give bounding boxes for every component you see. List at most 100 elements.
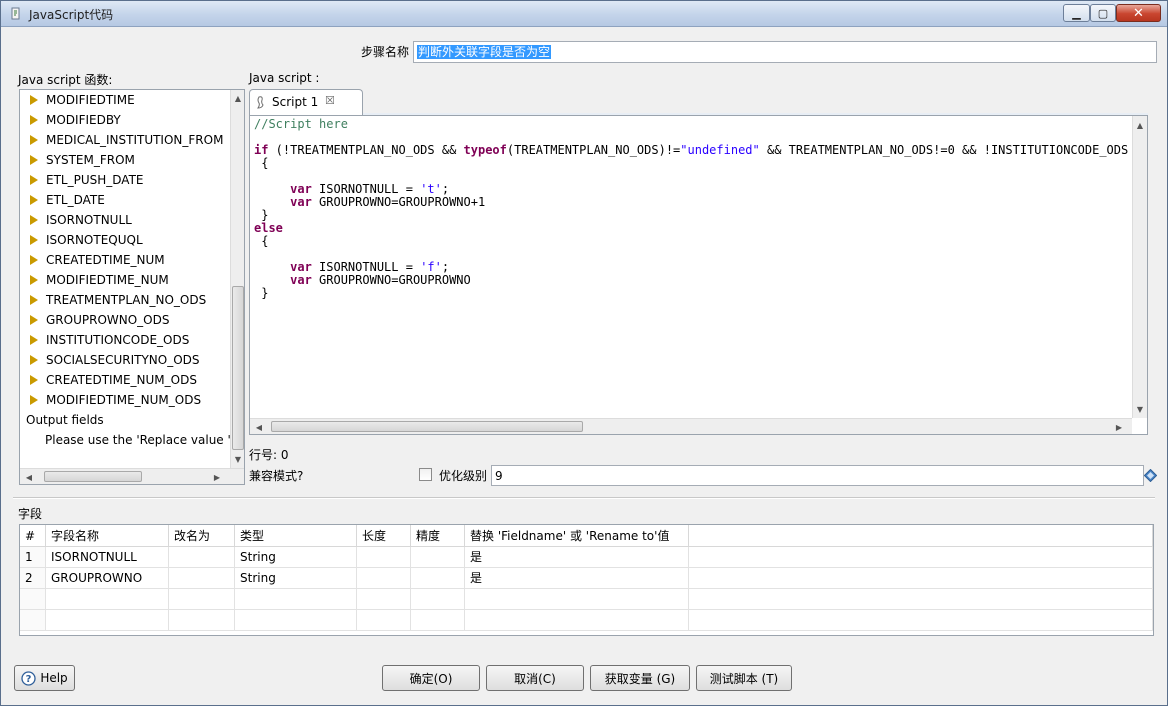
table-cell[interactable] bbox=[689, 589, 1153, 610]
function-item[interactable]: CREATEDTIME_NUM bbox=[20, 250, 165, 270]
fields-table[interactable]: # 字段名称 改名为 类型 长度 精度 替换 'Fieldname' 或 'Rename t… bbox=[19, 524, 1154, 636]
scroll-left-icon[interactable]: ◀ bbox=[22, 470, 36, 484]
table-cell[interactable]: 是 bbox=[465, 568, 689, 589]
optimize-level-input[interactable]: 9 bbox=[491, 465, 1144, 486]
table-cell[interactable] bbox=[235, 589, 357, 610]
table-cell[interactable] bbox=[411, 589, 465, 610]
function-item[interactable]: MEDICAL_INSTITUTION_FROM bbox=[20, 130, 223, 150]
expand-arrow-icon[interactable] bbox=[30, 255, 38, 265]
scroll-up-icon[interactable]: ▲ bbox=[231, 91, 244, 105]
editor-scroll-left-icon[interactable]: ◀ bbox=[252, 420, 266, 434]
test-script-button[interactable]: 测试脚本 (T) bbox=[696, 665, 792, 691]
scroll-right-icon[interactable]: ▶ bbox=[210, 470, 224, 484]
function-item[interactable]: INSTITUTIONCODE_ODS bbox=[20, 330, 189, 350]
expand-arrow-icon[interactable] bbox=[30, 195, 38, 205]
function-item[interactable]: SOCIALSECURITYNO_ODS bbox=[20, 350, 200, 370]
function-item[interactable]: ISORNOTEQUQL bbox=[20, 230, 143, 250]
functions-hscroll-thumb[interactable] bbox=[44, 471, 142, 482]
tab-script-1[interactable]: Script 1 ☒ bbox=[249, 89, 363, 115]
step-name-input[interactable]: 判断外关联字段是否为空 bbox=[413, 41, 1157, 63]
expand-arrow-icon[interactable] bbox=[30, 355, 38, 365]
table-cell[interactable] bbox=[169, 589, 235, 610]
maximize-button[interactable]: ▢ bbox=[1090, 4, 1116, 22]
editor-scroll-down-icon[interactable]: ▼ bbox=[1133, 402, 1147, 416]
editor-vertical-scrollbar[interactable]: ▲ ▼ bbox=[1132, 116, 1147, 418]
table-cell[interactable] bbox=[411, 547, 465, 568]
function-item[interactable]: ISORNOTNULL bbox=[20, 210, 132, 230]
function-item[interactable]: MODIFIEDBY bbox=[20, 110, 121, 130]
code-area[interactable]: //Script here if (!TREATMENTPLAN_NO_ODS &… bbox=[249, 115, 1148, 435]
expand-arrow-icon[interactable] bbox=[30, 335, 38, 345]
table-cell[interactable] bbox=[357, 589, 411, 610]
table-cell[interactable]: String bbox=[235, 568, 357, 589]
output-fields-node[interactable]: Output fields bbox=[26, 410, 104, 430]
editor-hscroll-thumb[interactable] bbox=[271, 421, 583, 432]
expand-arrow-icon[interactable] bbox=[30, 295, 38, 305]
function-item[interactable]: MODIFIEDTIME_NUM_ODS bbox=[20, 390, 201, 410]
table-cell[interactable]: 2 bbox=[20, 568, 46, 589]
expand-arrow-icon[interactable] bbox=[30, 235, 38, 245]
title-bar[interactable]: JavaScript代码 ▁ ▢ ✕ bbox=[1, 1, 1167, 27]
table-cell[interactable] bbox=[465, 589, 689, 610]
close-button[interactable]: ✕ bbox=[1116, 4, 1161, 22]
column-header-filler[interactable] bbox=[689, 525, 1153, 547]
table-cell[interactable] bbox=[20, 589, 46, 610]
column-header[interactable]: 精度 bbox=[411, 525, 465, 547]
functions-horizontal-scrollbar[interactable]: ◀ ▶ bbox=[20, 468, 244, 484]
tab-close-icon[interactable]: ☒ bbox=[325, 94, 335, 107]
minimize-button[interactable]: ▁ bbox=[1063, 4, 1090, 22]
table-cell[interactable]: ISORNOTNULL bbox=[46, 547, 169, 568]
column-header[interactable]: 替换 'Fieldname' 或 'Rename to'值 bbox=[465, 525, 689, 547]
expand-arrow-icon[interactable] bbox=[30, 95, 38, 105]
table-cell[interactable] bbox=[169, 610, 235, 631]
table-cell[interactable] bbox=[689, 568, 1153, 589]
table-cell[interactable] bbox=[46, 589, 169, 610]
help-button[interactable]: ? Help bbox=[14, 665, 75, 691]
function-item[interactable]: TREATMENTPLAN_NO_ODS bbox=[20, 290, 206, 310]
column-header[interactable]: # bbox=[20, 525, 46, 547]
editor-scroll-right-icon[interactable]: ▶ bbox=[1112, 420, 1126, 434]
scroll-down-icon[interactable]: ▼ bbox=[231, 452, 244, 466]
function-item[interactable]: GROUPROWNO_ODS bbox=[20, 310, 169, 330]
functions-vertical-scrollbar[interactable]: ▲ ▼ bbox=[230, 90, 244, 468]
variable-diamond-icon[interactable] bbox=[1144, 469, 1157, 482]
table-cell[interactable] bbox=[46, 610, 169, 631]
editor-horizontal-scrollbar[interactable]: ◀ ▶ bbox=[250, 418, 1132, 434]
table-cell[interactable] bbox=[411, 568, 465, 589]
table-cell[interactable] bbox=[169, 568, 235, 589]
table-cell[interactable] bbox=[689, 547, 1153, 568]
function-item[interactable]: ETL_DATE bbox=[20, 190, 105, 210]
function-item[interactable]: SYSTEM_FROM bbox=[20, 150, 135, 170]
table-cell[interactable] bbox=[20, 610, 46, 631]
column-header[interactable]: 改名为 bbox=[169, 525, 235, 547]
function-item[interactable]: MODIFIEDTIME bbox=[20, 90, 135, 110]
table-cell[interactable] bbox=[357, 610, 411, 631]
table-cell[interactable]: 1 bbox=[20, 547, 46, 568]
function-item[interactable]: MODIFIEDTIME_NUM bbox=[20, 270, 169, 290]
table-cell[interactable] bbox=[357, 547, 411, 568]
column-header[interactable]: 字段名称 bbox=[46, 525, 169, 547]
column-header[interactable]: 长度 bbox=[357, 525, 411, 547]
expand-arrow-icon[interactable] bbox=[30, 135, 38, 145]
ok-button[interactable]: 确定(O) bbox=[382, 665, 480, 691]
column-header[interactable]: 类型 bbox=[235, 525, 357, 547]
expand-arrow-icon[interactable] bbox=[30, 375, 38, 385]
table-cell[interactable] bbox=[235, 610, 357, 631]
function-item[interactable]: ETL_PUSH_DATE bbox=[20, 170, 143, 190]
functions-vscroll-thumb[interactable] bbox=[232, 286, 244, 450]
expand-arrow-icon[interactable] bbox=[30, 275, 38, 285]
table-cell[interactable]: String bbox=[235, 547, 357, 568]
editor-scroll-up-icon[interactable]: ▲ bbox=[1133, 118, 1147, 132]
expand-arrow-icon[interactable] bbox=[30, 155, 38, 165]
cancel-button[interactable]: 取消(C) bbox=[486, 665, 584, 691]
expand-arrow-icon[interactable] bbox=[30, 315, 38, 325]
function-item[interactable]: CREATEDTIME_NUM_ODS bbox=[20, 370, 197, 390]
get-variables-button[interactable]: 获取变量 (G) bbox=[590, 665, 690, 691]
functions-tree[interactable]: MODIFIEDTIME MODIFIEDBY MEDICAL_INSTITUTIO… bbox=[19, 89, 245, 485]
expand-arrow-icon[interactable] bbox=[30, 215, 38, 225]
expand-arrow-icon[interactable] bbox=[30, 395, 38, 405]
table-cell[interactable]: 是 bbox=[465, 547, 689, 568]
table-cell[interactable] bbox=[169, 547, 235, 568]
compat-mode-checkbox[interactable] bbox=[419, 468, 432, 481]
table-cell[interactable] bbox=[357, 568, 411, 589]
